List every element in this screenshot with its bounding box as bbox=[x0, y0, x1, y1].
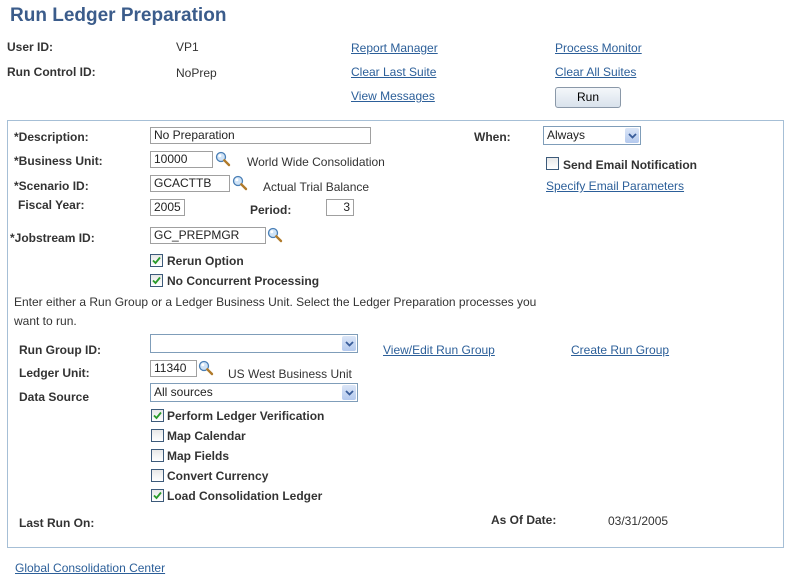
as-of-date-value: 03/31/2005 bbox=[608, 514, 669, 528]
scenario-id-input[interactable]: GCACTTB bbox=[150, 175, 230, 192]
as-of-date-label: As Of Date: bbox=[491, 513, 557, 527]
data-source-label: Data Source bbox=[19, 390, 90, 404]
instructions-text: Enter either a Run Group or a Ledger Bus… bbox=[14, 295, 537, 309]
data-source-select[interactable]: All sources bbox=[150, 383, 358, 402]
chevron-down-icon[interactable] bbox=[342, 336, 356, 351]
when-label: When: bbox=[474, 130, 511, 144]
business-unit-input[interactable]: 10000 bbox=[150, 151, 213, 168]
rerun-option-label: Rerun Option bbox=[167, 254, 244, 268]
ledger-unit-lookup-icon[interactable] bbox=[198, 360, 214, 379]
rerun-option-checkbox[interactable] bbox=[150, 254, 163, 267]
specify-email-parameters-link[interactable]: Specify Email Parameters bbox=[546, 179, 684, 193]
user-id-value: VP1 bbox=[176, 40, 199, 54]
view-messages-link[interactable]: View Messages bbox=[351, 89, 435, 103]
period-input[interactable]: 3 bbox=[326, 199, 354, 216]
perform-ledger-verification-checkbox[interactable] bbox=[151, 409, 164, 422]
description-input[interactable]: No Preparation bbox=[150, 127, 371, 144]
business-unit-lookup-icon[interactable] bbox=[215, 151, 231, 170]
run-control-value: NoPrep bbox=[176, 66, 217, 80]
run-control-label: Run Control ID: bbox=[7, 65, 96, 79]
convert-currency-checkbox[interactable] bbox=[151, 469, 164, 482]
jobstream-id-input[interactable]: GC_PREPMGR bbox=[150, 227, 266, 244]
data-source-value: All sources bbox=[154, 385, 213, 399]
no-concurrent-label: No Concurrent Processing bbox=[167, 274, 320, 288]
report-manager-link[interactable]: Report Manager bbox=[351, 41, 438, 55]
map-fields-checkbox[interactable] bbox=[151, 449, 164, 462]
no-concurrent-checkbox[interactable] bbox=[150, 274, 163, 287]
clear-all-suites-link[interactable]: Clear All Suites bbox=[555, 65, 636, 79]
view-edit-run-group-link[interactable]: View/Edit Run Group bbox=[383, 343, 495, 357]
checkmark-icon bbox=[152, 276, 161, 285]
load-consolidation-ledger-label: Load Consolidation Ledger bbox=[167, 489, 323, 503]
chevron-down-icon[interactable] bbox=[625, 128, 639, 143]
send-email-label: Send Email Notification bbox=[563, 158, 698, 172]
instructions-text-line2: want to run. bbox=[14, 314, 77, 328]
checkmark-icon bbox=[153, 491, 162, 500]
clear-last-suite-link[interactable]: Clear Last Suite bbox=[351, 65, 436, 79]
fiscal-year-label: Fiscal Year: bbox=[18, 198, 85, 212]
map-calendar-label: Map Calendar bbox=[167, 429, 246, 443]
ledger-unit-input[interactable]: 11340 bbox=[150, 360, 197, 377]
last-run-on-label: Last Run On: bbox=[19, 516, 95, 530]
create-run-group-link[interactable]: Create Run Group bbox=[571, 343, 669, 357]
checkmark-icon bbox=[153, 411, 162, 420]
period-label: Period: bbox=[250, 203, 292, 217]
map-fields-label: Map Fields bbox=[167, 449, 230, 463]
description-label: *Description: bbox=[14, 130, 89, 144]
global-consolidation-center-link[interactable]: Global Consolidation Center bbox=[15, 561, 165, 575]
checkmark-icon bbox=[152, 256, 161, 265]
business-unit-description: World Wide Consolidation bbox=[247, 155, 385, 169]
business-unit-label: *Business Unit: bbox=[14, 154, 103, 168]
load-consolidation-ledger-checkbox[interactable] bbox=[151, 489, 164, 502]
map-calendar-checkbox[interactable] bbox=[151, 429, 164, 442]
run-button[interactable]: Run bbox=[555, 87, 621, 108]
scenario-id-lookup-icon[interactable] bbox=[232, 175, 248, 194]
process-monitor-link[interactable]: Process Monitor bbox=[555, 41, 642, 55]
user-id-label: User ID: bbox=[7, 40, 54, 54]
chevron-down-icon[interactable] bbox=[342, 385, 356, 400]
jobstream-id-label: *Jobstream ID: bbox=[10, 231, 95, 245]
run-group-id-label: Run Group ID: bbox=[19, 343, 101, 357]
convert-currency-label: Convert Currency bbox=[167, 469, 269, 483]
ledger-unit-label: Ledger Unit: bbox=[19, 366, 90, 380]
when-select[interactable]: Always bbox=[543, 126, 641, 145]
run-group-id-select[interactable] bbox=[150, 334, 358, 353]
jobstream-id-lookup-icon[interactable] bbox=[267, 227, 283, 246]
ledger-unit-description: US West Business Unit bbox=[228, 367, 352, 381]
scenario-id-label: *Scenario ID: bbox=[14, 179, 89, 193]
scenario-id-description: Actual Trial Balance bbox=[263, 180, 370, 194]
page-title: Run Ledger Preparation bbox=[10, 5, 227, 26]
perform-ledger-verification-label: Perform Ledger Verification bbox=[167, 409, 325, 423]
send-email-checkbox[interactable] bbox=[546, 157, 559, 170]
when-select-value: Always bbox=[547, 128, 586, 142]
fiscal-year-input[interactable]: 2005 bbox=[150, 199, 185, 216]
